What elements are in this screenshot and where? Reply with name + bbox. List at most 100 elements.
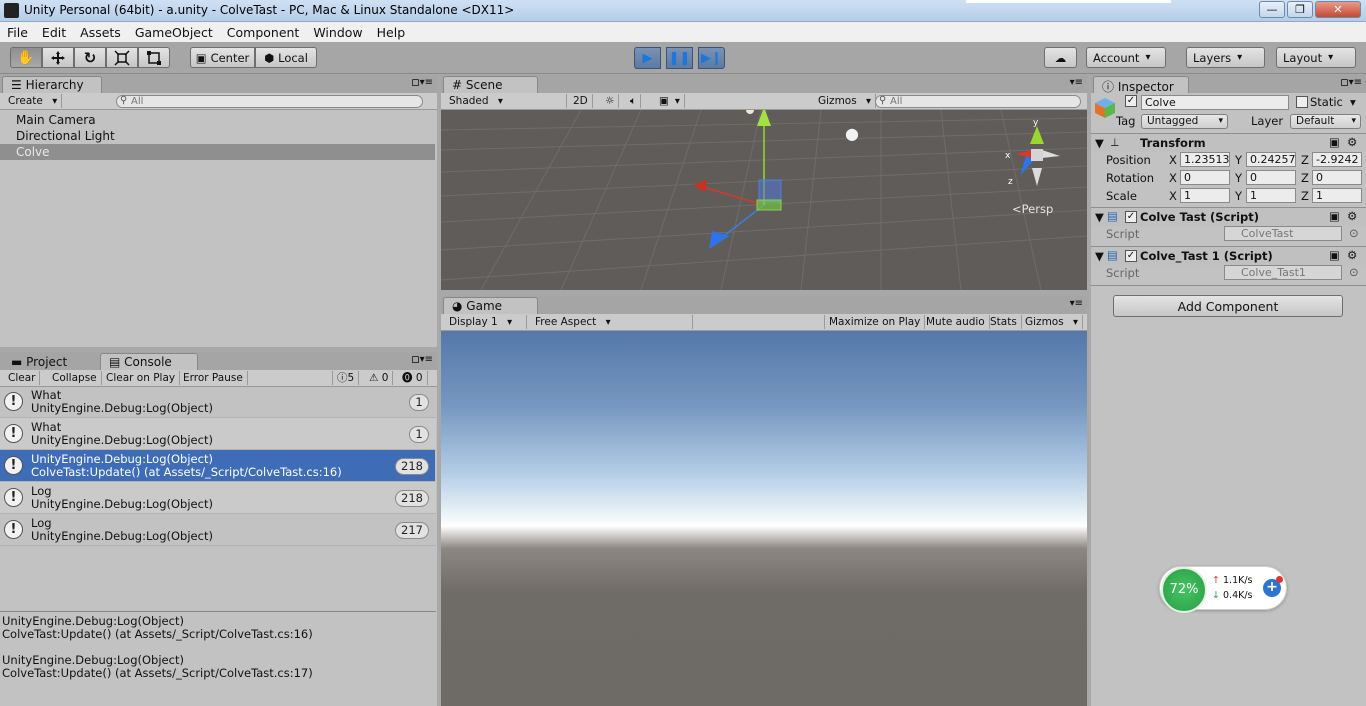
maximize-on-play-toggle[interactable]: Maximize on Play (824, 315, 926, 329)
component-enabled-checkbox[interactable]: ✓ (1125, 250, 1137, 262)
game-viewport[interactable] (441, 331, 1087, 706)
rect-tool-button[interactable] (138, 47, 170, 68)
static-checkbox[interactable] (1296, 96, 1308, 108)
rotation-z-field[interactable]: 0 (1312, 170, 1362, 185)
warning-filter-toggle[interactable]: ⚠ 0 (365, 371, 394, 385)
tab-hierarchy[interactable]: ☰ Hierarchy (2, 76, 102, 93)
rotation-x-field[interactable]: 0 (1180, 170, 1230, 185)
rotation-y-field[interactable]: 0 (1246, 170, 1296, 185)
lighting-toggle[interactable]: ☼ (601, 94, 620, 108)
clear-button[interactable]: Clear (4, 371, 41, 385)
console-entry[interactable]: ! What UnityEngine.Debug:Log(Object) 1 (0, 386, 436, 418)
active-checkbox[interactable]: ✓ (1125, 95, 1137, 107)
colve-tast1-script-header[interactable]: ▼ ▤ ✓ Colve_Tast 1 (Script) ▣ ⚙ (1091, 246, 1366, 265)
console-entry[interactable]: ! What UnityEngine.Debug:Log(Object) 1 (0, 418, 436, 450)
menu-component[interactable]: Component (220, 22, 307, 42)
scene-gizmos-dropdown[interactable]: Gizmos (814, 94, 877, 108)
position-z-field[interactable]: -2.9242 (1312, 152, 1362, 167)
object-picker-icon[interactable]: ⊙ (1349, 226, 1359, 240)
display-dropdown[interactable]: Display 1 (445, 315, 527, 329)
scene-search-input[interactable]: All (875, 95, 1081, 108)
component-enabled-checkbox[interactable]: ✓ (1125, 211, 1137, 223)
2d-toggle[interactable]: 2D (569, 94, 593, 108)
collapse-button[interactable]: Collapse (48, 371, 102, 385)
menu-file[interactable]: File (0, 22, 35, 42)
audio-toggle[interactable]: 🔈︎ (626, 94, 642, 108)
scene-viewport[interactable]: ● y x z <Persp (441, 110, 1087, 290)
transform-header[interactable]: ▼ ⟂ Transform ▣ ⚙ (1091, 133, 1366, 152)
network-monitor-widget[interactable]: 72% ↑ 1.1K/s ↓ 0.4K/s + (1159, 566, 1287, 613)
maximize-button[interactable]: ❐ (1287, 1, 1313, 18)
hand-tool-button[interactable]: ✋ (10, 47, 42, 68)
menu-edit[interactable]: Edit (35, 22, 73, 42)
error-filter-toggle[interactable]: ⓿ 0 (398, 371, 428, 385)
scale-x-field[interactable]: 1 (1180, 188, 1230, 203)
panel-menu-icon[interactable]: ▾≡ (1070, 298, 1083, 309)
minimize-button[interactable]: — (1259, 1, 1285, 18)
pivot-local-button[interactable]: ⬢ Local (255, 47, 317, 68)
foldout-arrow-icon[interactable]: ▼ (1095, 249, 1104, 263)
layers-dropdown[interactable]: Layers (1186, 47, 1265, 68)
tag-dropdown[interactable]: Untagged (1141, 114, 1228, 129)
menu-window[interactable]: Window (306, 22, 369, 42)
close-button[interactable]: ✕ (1315, 1, 1361, 18)
hierarchy-item[interactable]: Directional Light (0, 128, 437, 144)
foldout-arrow-icon[interactable]: ▼ (1095, 136, 1104, 150)
lock-icon[interactable] (1341, 79, 1348, 86)
menu-help[interactable]: Help (370, 22, 413, 42)
menu-gameobject[interactable]: GameObject (128, 22, 220, 42)
help-book-icon[interactable]: ▣ (1329, 248, 1340, 262)
position-y-field[interactable]: 0.24257 (1246, 152, 1296, 167)
hierarchy-search-input[interactable]: All (116, 95, 423, 108)
tab-console[interactable]: ▤ Console (100, 353, 198, 370)
create-dropdown[interactable]: Create (4, 94, 63, 108)
move-tool-button[interactable] (42, 47, 74, 68)
step-button[interactable]: ▶❙ (698, 47, 725, 69)
panel-menu-icon[interactable]: ▾≡ (420, 77, 433, 88)
pause-button[interactable]: ❚❚ (666, 47, 693, 69)
scale-z-field[interactable]: 1 (1312, 188, 1362, 203)
effects-dropdown[interactable]: ▣ (655, 94, 685, 108)
aspect-dropdown[interactable]: Free Aspect (531, 315, 693, 329)
shading-mode-dropdown[interactable]: Shaded (445, 94, 567, 108)
mute-audio-toggle[interactable]: Mute audio (922, 315, 990, 329)
static-dropdown-arrow[interactable]: ▾ (1350, 95, 1356, 109)
cloud-button[interactable]: ☁ (1044, 47, 1077, 68)
hierarchy-item[interactable]: Main Camera (0, 112, 437, 128)
panel-menu-icon[interactable]: ▾≡ (1349, 77, 1362, 88)
tab-scene[interactable]: # Scene (443, 76, 538, 93)
rotate-tool-button[interactable]: ↻ (74, 47, 106, 68)
gear-icon[interactable]: ⚙ (1347, 248, 1357, 262)
lock-icon[interactable] (412, 79, 419, 86)
tab-project[interactable]: ▬ Project (2, 353, 98, 370)
layout-dropdown[interactable]: Layout (1276, 47, 1356, 68)
foldout-arrow-icon[interactable]: ▼ (1095, 210, 1104, 224)
layer-dropdown[interactable]: Default (1290, 114, 1361, 129)
gear-icon[interactable]: ⚙ (1347, 209, 1357, 223)
clear-on-play-button[interactable]: Clear on Play (102, 371, 181, 385)
help-book-icon[interactable]: ▣ (1329, 209, 1340, 223)
log-filter-toggle[interactable]: ⓘ5 (332, 371, 360, 385)
play-button[interactable]: ▶ (634, 47, 661, 69)
object-name-field[interactable]: Colve (1141, 95, 1289, 110)
panel-menu-icon[interactable]: ▾≡ (420, 354, 433, 365)
script-field[interactable]: ColveTast (1224, 226, 1342, 241)
lock-icon[interactable] (412, 356, 419, 363)
scale-tool-button[interactable] (106, 47, 138, 68)
gear-icon[interactable]: ⚙ (1347, 135, 1357, 149)
game-gizmos-dropdown[interactable]: Gizmos (1021, 315, 1084, 329)
object-picker-icon[interactable]: ⊙ (1349, 265, 1359, 279)
stats-toggle[interactable]: Stats (986, 315, 1022, 329)
help-book-icon[interactable]: ▣ (1329, 135, 1340, 149)
script-field[interactable]: Colve_Tast1 (1224, 265, 1342, 280)
error-pause-button[interactable]: Error Pause (179, 371, 248, 385)
tab-game[interactable]: ◕ Game (443, 297, 538, 314)
add-component-button[interactable]: Add Component (1113, 295, 1343, 317)
panel-menu-icon[interactable]: ▾≡ (1070, 77, 1083, 88)
scale-y-field[interactable]: 1 (1246, 188, 1296, 203)
console-detail-area[interactable]: UnityEngine.Debug:Log(Object) ColveTast:… (0, 611, 436, 706)
console-entry-selected[interactable]: ! UnityEngine.Debug:Log(Object) ColveTas… (0, 450, 435, 482)
console-entry[interactable]: ! Log UnityEngine.Debug:Log(Object) 218 (0, 482, 436, 514)
menu-assets[interactable]: Assets (73, 22, 128, 42)
hierarchy-item-selected[interactable]: Colve (0, 144, 435, 160)
